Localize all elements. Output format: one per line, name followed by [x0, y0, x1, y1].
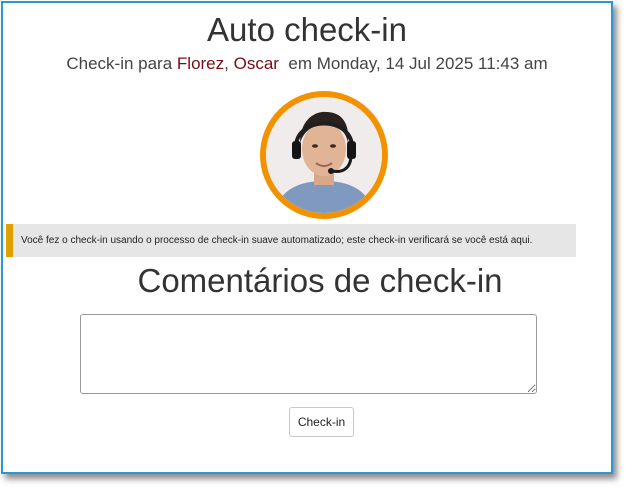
user-photo-icon: [266, 97, 382, 213]
subtitle-prefix: Check-in para: [66, 54, 173, 73]
person-name-separator: ,: [224, 54, 229, 73]
comments-heading: Comentários de check-in: [137, 262, 503, 299]
person-last-name: Florez: [176, 54, 225, 73]
checkin-comments-input[interactable]: [80, 314, 537, 394]
person-first-name: Oscar: [233, 54, 279, 73]
checkin-button[interactable]: Check-in: [289, 407, 354, 437]
auto-checkin-notice: Você fez o check-in usando o processo de…: [6, 224, 576, 257]
avatar: [260, 91, 388, 219]
page-title: Auto check-in: [207, 11, 407, 48]
checkin-panel: Auto check-in Check-in para Florez, Osca…: [1, 1, 613, 474]
checkin-subtitle: Check-in para Florez, Oscar em Monday, 1…: [3, 54, 611, 74]
checkin-datetime: em Monday, 14 Jul 2025 11:43 am: [288, 54, 548, 73]
